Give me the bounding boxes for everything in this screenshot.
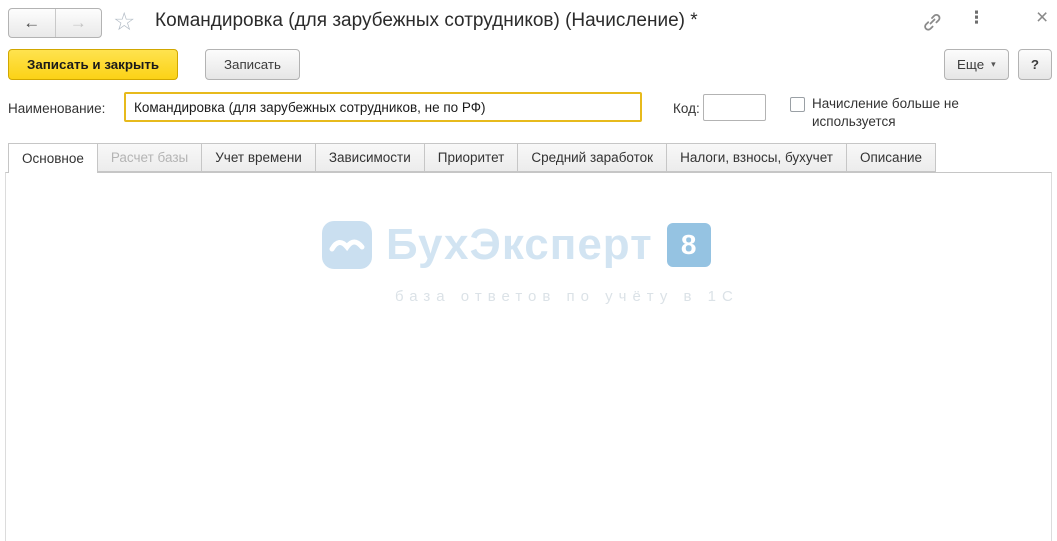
more-menu-icon[interactable]: ⋮ — [968, 8, 985, 28]
tab-dependencies[interactable]: Зависимости — [315, 143, 425, 172]
get-link-icon[interactable] — [921, 11, 943, 33]
tab-taxes[interactable]: Налоги, взносы, бухучет — [666, 143, 847, 172]
tab-main[interactable]: Основное — [8, 143, 98, 173]
tab-average-earnings[interactable]: Средний заработок — [517, 143, 667, 172]
tab-description[interactable]: Описание — [846, 143, 936, 172]
name-field-label: Наименование: — [8, 101, 105, 116]
help-button[interactable]: ? — [1018, 49, 1052, 80]
more-actions-button[interactable]: Еще ▾ — [944, 49, 1009, 80]
tab-calc-base: Расчет базы — [97, 143, 202, 172]
save-and-close-button[interactable]: Записать и закрыть — [8, 49, 178, 80]
back-button[interactable]: ← — [9, 9, 56, 37]
tab-bar: Основное Расчет базы Учет времени Зависи… — [8, 143, 936, 173]
name-input[interactable] — [124, 92, 642, 122]
nav-history-group: ← → — [8, 8, 102, 38]
page-title: Командировка (для зарубежных сотрудников… — [155, 10, 698, 32]
forward-button[interactable]: → — [56, 9, 102, 37]
code-field-label: Код: — [673, 101, 700, 116]
main-tab-panel — [5, 172, 1052, 541]
not-used-checkbox[interactable] — [790, 97, 805, 112]
favorite-star-icon[interactable]: ☆ — [113, 7, 135, 37]
chevron-down-icon: ▾ — [991, 59, 996, 70]
close-icon[interactable]: × — [1036, 6, 1048, 30]
save-button[interactable]: Записать — [205, 49, 300, 80]
tab-time-tracking[interactable]: Учет времени — [201, 143, 316, 172]
tab-priority[interactable]: Приоритет — [424, 143, 519, 172]
more-actions-label: Еще — [957, 57, 984, 72]
code-input[interactable] — [703, 94, 766, 121]
not-used-checkbox-label[interactable]: Начисление больше не используется — [812, 95, 1004, 131]
